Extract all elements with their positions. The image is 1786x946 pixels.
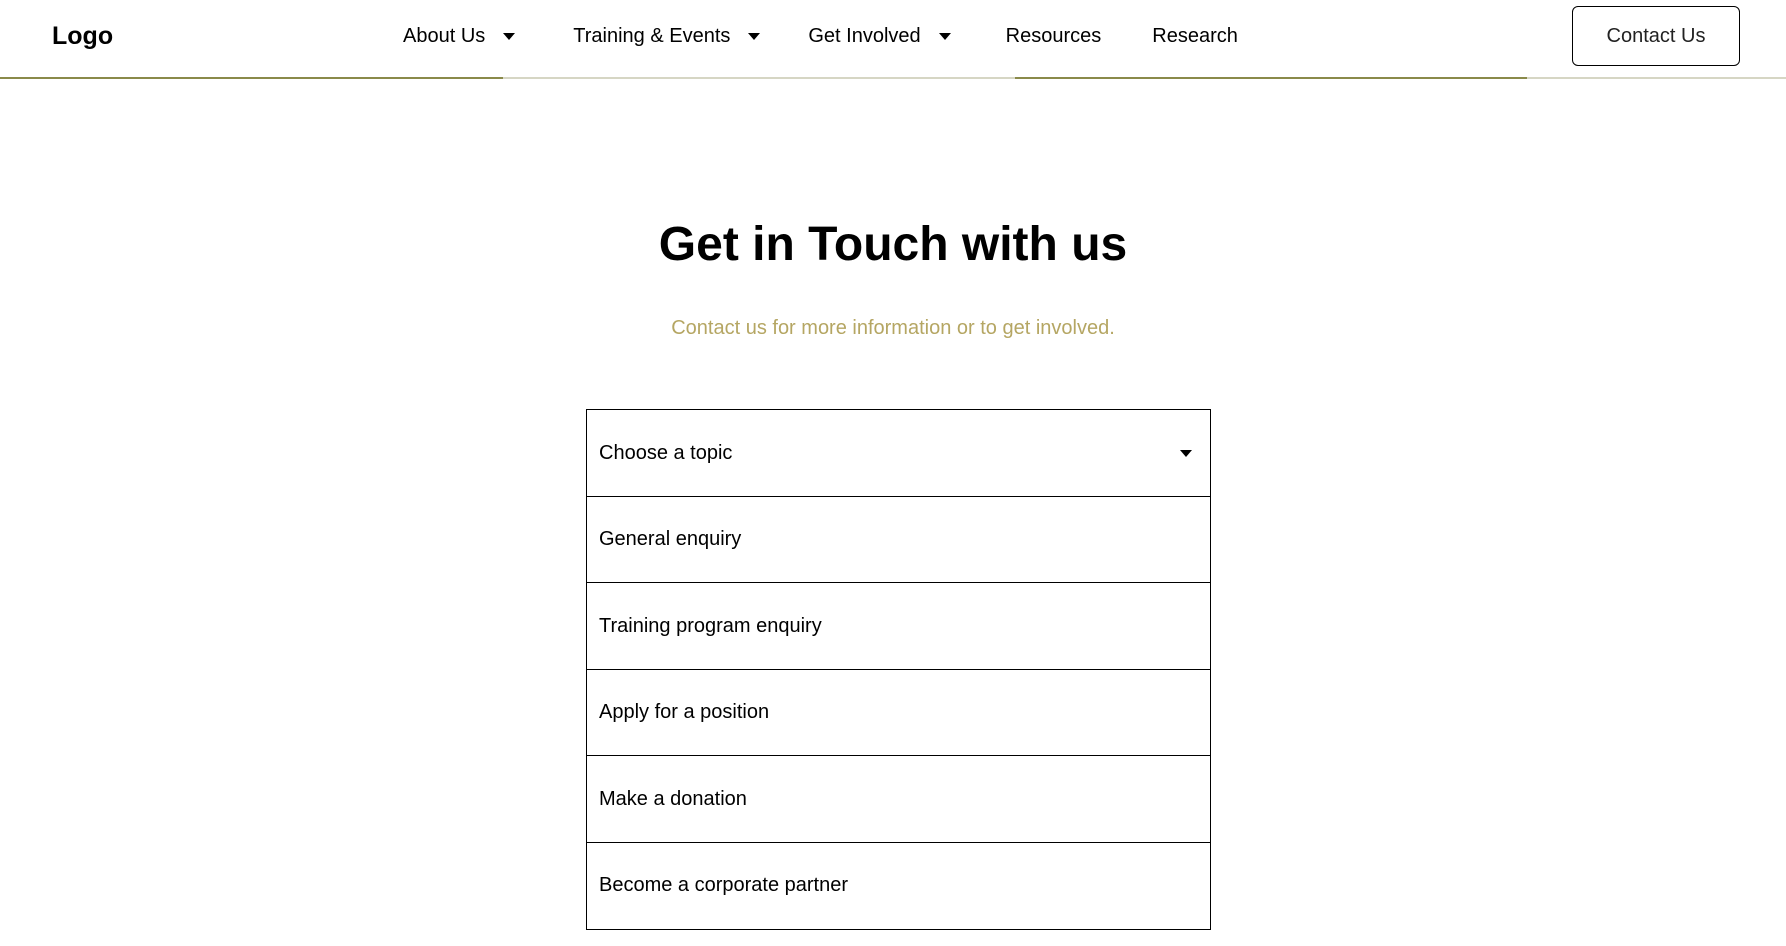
nav-item-label: Training & Events	[573, 25, 731, 47]
contact-us-button[interactable]: Contact Us	[1572, 6, 1740, 66]
nav-item-about-us[interactable]: About Us	[403, 20, 516, 52]
topic-option-label: General enquiry	[599, 528, 742, 550]
nav-item-resources[interactable]: Resources	[1006, 20, 1102, 52]
nav-item-label: Get Involved	[808, 25, 921, 47]
nav-item-label: Research	[1152, 25, 1238, 47]
topic-option-label: Apply for a position	[599, 701, 770, 723]
nav-item-get-involved[interactable]: Get Involved	[808, 20, 951, 52]
topic-option-training-program-enquiry[interactable]: Training program enquiry	[586, 582, 1211, 670]
topic-select: Choose a topic General enquiry Training …	[586, 409, 1211, 930]
chevron-down-icon	[748, 32, 761, 40]
nav-item-label: Resources	[1005, 25, 1102, 47]
topic-option-label: Training program enquiry	[599, 614, 822, 637]
header-divider-accent	[1015, 77, 1527, 79]
header-divider-accent	[0, 77, 503, 79]
site-header: Logo About Us Training & Events Get Invo…	[0, 0, 1786, 79]
topic-option-general-enquiry[interactable]: General enquiry	[586, 495, 1211, 584]
topic-select-value: Choose a topic	[599, 441, 733, 464]
topic-option-corporate-partner[interactable]: Become a corporate partner	[586, 841, 1211, 930]
topic-option-label: Make a donation	[599, 787, 747, 810]
nav-item-training-events[interactable]: Training & Events	[573, 20, 761, 52]
topic-option-apply-for-position[interactable]: Apply for a position	[586, 668, 1211, 757]
nav-item-research[interactable]: Research	[1152, 20, 1238, 52]
topic-option-label: Become a corporate partner	[599, 874, 849, 896]
page-subtitle: Contact us for more information or to ge…	[671, 317, 1115, 339]
topic-select-trigger[interactable]: Choose a topic	[586, 409, 1211, 497]
logo[interactable]: Logo	[52, 20, 113, 52]
topic-option-make-donation[interactable]: Make a donation	[586, 755, 1211, 843]
page-title: Get in Touch with us	[658, 218, 1128, 271]
nav-item-label: About Us	[403, 25, 486, 47]
main-nav: About Us Training & Events Get Involved …	[403, 20, 1238, 52]
chevron-down-icon	[503, 32, 516, 40]
chevron-down-icon	[938, 32, 951, 40]
chevron-down-icon	[1180, 449, 1192, 457]
